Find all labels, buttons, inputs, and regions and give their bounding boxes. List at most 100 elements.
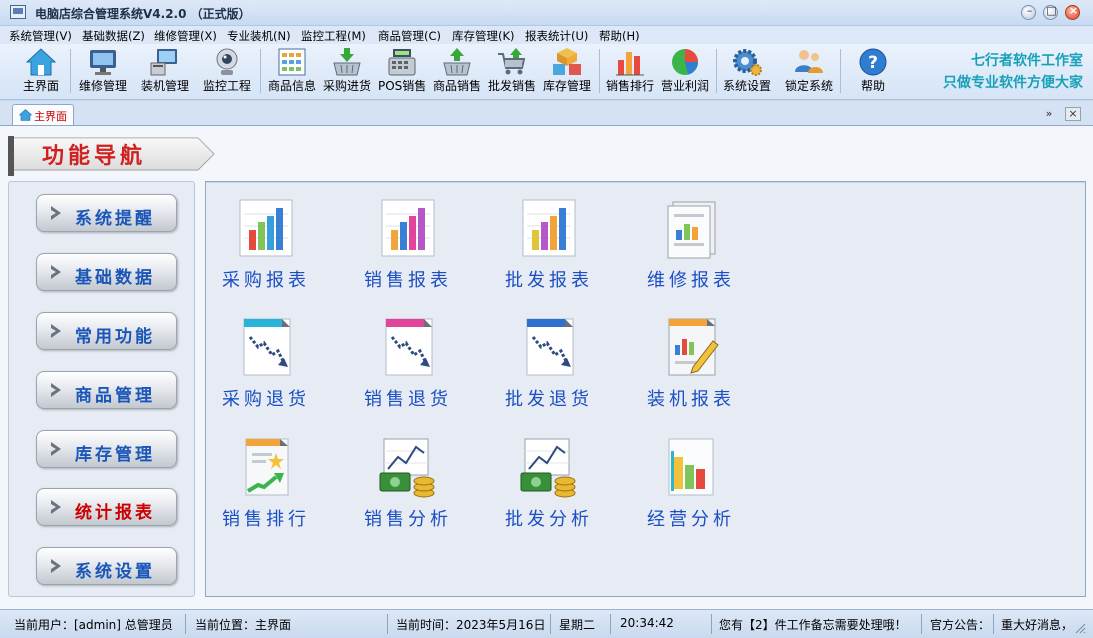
status-weekday: 星期二 <box>559 618 596 632</box>
menu-reports[interactable]: 报表统计(U) <box>525 28 588 44</box>
status-separator <box>993 614 994 634</box>
sidebar-item-reports[interactable]: 统计报表 <box>36 488 177 526</box>
money-chart-icon <box>520 438 576 498</box>
tool-settings[interactable]: 系统设置 <box>720 46 774 98</box>
close-button[interactable]: × <box>1065 4 1080 20</box>
func-assembly-report[interactable]: 装机报表 <box>631 315 751 423</box>
menu-stock[interactable]: 库存管理(K) <box>452 28 515 44</box>
tool-help[interactable]: ? 帮助 <box>848 46 898 98</box>
resize-grip-icon[interactable] <box>1074 622 1086 634</box>
status-bar: 当前用户：[admin] 总管理员 当前位置：主界面 当前时间：2023年5月1… <box>0 609 1093 638</box>
status-notice[interactable]: 重大好消息， <box>1001 616 1073 633</box>
sidebar-item-system-reminder[interactable]: 系统提醒 <box>36 194 177 232</box>
report-chart-icon <box>381 199 435 257</box>
tool-profit[interactable]: 营业利润 <box>658 46 712 98</box>
tool-pos[interactable]: POS销售 <box>378 46 426 98</box>
chevron-right-icon <box>51 442 61 456</box>
maximize-button[interactable]: □ <box>1043 4 1058 20</box>
func-wholesale-report[interactable]: 批发报表 <box>489 196 609 304</box>
func-sales-ranking[interactable]: 销售排行 <box>206 435 326 543</box>
tool-purchase[interactable]: 采购进货 <box>320 46 374 98</box>
tab-home[interactable]: 主界面 <box>12 104 74 126</box>
tool-assembly[interactable]: 装机管理 <box>138 46 192 98</box>
svg-text:?: ? <box>868 53 878 73</box>
toolbar: 主界面 维修管理 装机管理 监控工程 商品信息 采购进货 POS销售 商品销售 … <box>0 44 1093 100</box>
tool-repair[interactable]: 维修管理 <box>76 46 130 98</box>
func-sales-analysis[interactable]: 销售分析 <box>348 435 468 543</box>
boxes-icon <box>553 48 581 75</box>
status-separator <box>185 614 186 634</box>
tool-stock[interactable]: 库存管理 <box>540 46 594 98</box>
toolbar-separator <box>716 49 717 93</box>
menu-assembly[interactable]: 专业装机(N) <box>227 28 291 44</box>
cart-icon <box>498 48 526 75</box>
window-title: 电脑店综合管理系统V4.2.0 （正式版） <box>35 7 251 21</box>
func-purchase-return[interactable]: 采购退货 <box>206 315 326 423</box>
sidebar-item-common-functions[interactable]: 常用功能 <box>36 312 177 350</box>
bar-chart-icon <box>616 52 644 76</box>
func-repair-report[interactable]: 维修报表 <box>631 196 751 304</box>
menu-bar: 系统管理(V) 基础数据(Z) 维修管理(X) 专业装机(N) 监控工程(M) … <box>0 26 1093 44</box>
app-icon <box>10 5 26 19</box>
toolbar-separator <box>260 49 261 93</box>
func-purchase-report[interactable]: 采购报表 <box>206 196 326 304</box>
menu-repair[interactable]: 维修管理(X) <box>154 28 217 44</box>
document-chart-icon <box>667 201 716 259</box>
monitor-icon <box>90 50 116 75</box>
status-location: 当前位置：主界面 <box>195 618 292 632</box>
tool-home[interactable]: 主界面 <box>17 46 65 98</box>
sidebar-item-goods[interactable]: 商品管理 <box>36 371 177 409</box>
main-panel: 功能导航 系统提醒 基础数据 常用功能 商品管理 库存管理 统计报表 系统设置 … <box>0 125 1093 609</box>
sidebar: 系统提醒 基础数据 常用功能 商品管理 库存管理 统计报表 系统设置 <box>8 181 195 597</box>
menu-basic-data[interactable]: 基础数据(Z) <box>82 28 145 44</box>
studio-line-1: 七行者软件工作室 <box>971 53 1083 69</box>
status-separator <box>610 614 611 634</box>
tab-scroll-icon[interactable]: » <box>1041 107 1057 121</box>
status-todo[interactable]: 您有【2】件工作备忘需要处理哦！ <box>719 616 907 633</box>
business-chart-icon <box>668 438 714 496</box>
func-wholesale-analysis[interactable]: 批发分析 <box>489 435 609 543</box>
report-chart-icon <box>522 199 576 257</box>
func-business-analysis[interactable]: 经营分析 <box>631 435 751 543</box>
help-icon: ? <box>859 48 887 76</box>
func-sales-report[interactable]: 销售报表 <box>348 196 468 304</box>
tool-goods-sale[interactable]: 商品销售 <box>430 46 484 98</box>
sidebar-item-settings[interactable]: 系统设置 <box>36 547 177 585</box>
toolbar-separator <box>840 49 841 93</box>
gear-icon <box>733 49 762 76</box>
toolbar-separator <box>70 49 71 93</box>
tool-lock[interactable]: 锁定系统 <box>782 46 836 98</box>
status-notice-label: 官方公告： <box>930 618 991 632</box>
status-separator <box>711 614 712 634</box>
pie-chart-icon <box>672 49 698 75</box>
chevron-right-icon <box>51 265 61 279</box>
menu-goods[interactable]: 商品管理(C) <box>378 28 441 44</box>
report-pen-icon <box>668 318 719 376</box>
tool-wholesale[interactable]: 批发销售 <box>485 46 539 98</box>
status-date: 当前时间：2023年5月16日 <box>396 618 546 632</box>
return-chart-icon <box>526 318 574 376</box>
minimize-button[interactable]: – <box>1021 4 1036 20</box>
chevron-right-icon <box>51 559 61 573</box>
webcam-icon <box>216 48 238 75</box>
ranking-icon <box>245 438 289 496</box>
sidebar-item-stock[interactable]: 库存管理 <box>36 430 177 468</box>
tab-close-icon[interactable]: × <box>1065 107 1081 121</box>
tool-sales-ranking[interactable]: 销售排行 <box>603 46 657 98</box>
status-separator <box>550 614 551 634</box>
basket-down-icon <box>333 48 361 76</box>
function-panel: 采购报表 销售报表 批发报表 维修报表 采购退货 销售退货 批发退货 装机报表 … <box>205 181 1086 597</box>
status-separator <box>387 614 388 634</box>
menu-system[interactable]: 系统管理(V) <box>9 28 72 44</box>
func-wholesale-return[interactable]: 批发退货 <box>489 315 609 423</box>
chevron-right-icon <box>51 206 61 220</box>
menu-help[interactable]: 帮助(H) <box>599 28 640 44</box>
tool-goods-info[interactable]: 商品信息 <box>265 46 319 98</box>
title-bar: 电脑店综合管理系统V4.2.0 （正式版） – □ × <box>0 0 1093 26</box>
function-nav-banner: 功能导航 <box>8 136 215 176</box>
menu-monitoring[interactable]: 监控工程(M) <box>301 28 366 44</box>
users-lock-icon <box>795 50 823 73</box>
func-sales-return[interactable]: 销售退货 <box>348 315 468 423</box>
sidebar-item-basic-data[interactable]: 基础数据 <box>36 253 177 291</box>
tool-monitoring[interactable]: 监控工程 <box>200 46 254 98</box>
